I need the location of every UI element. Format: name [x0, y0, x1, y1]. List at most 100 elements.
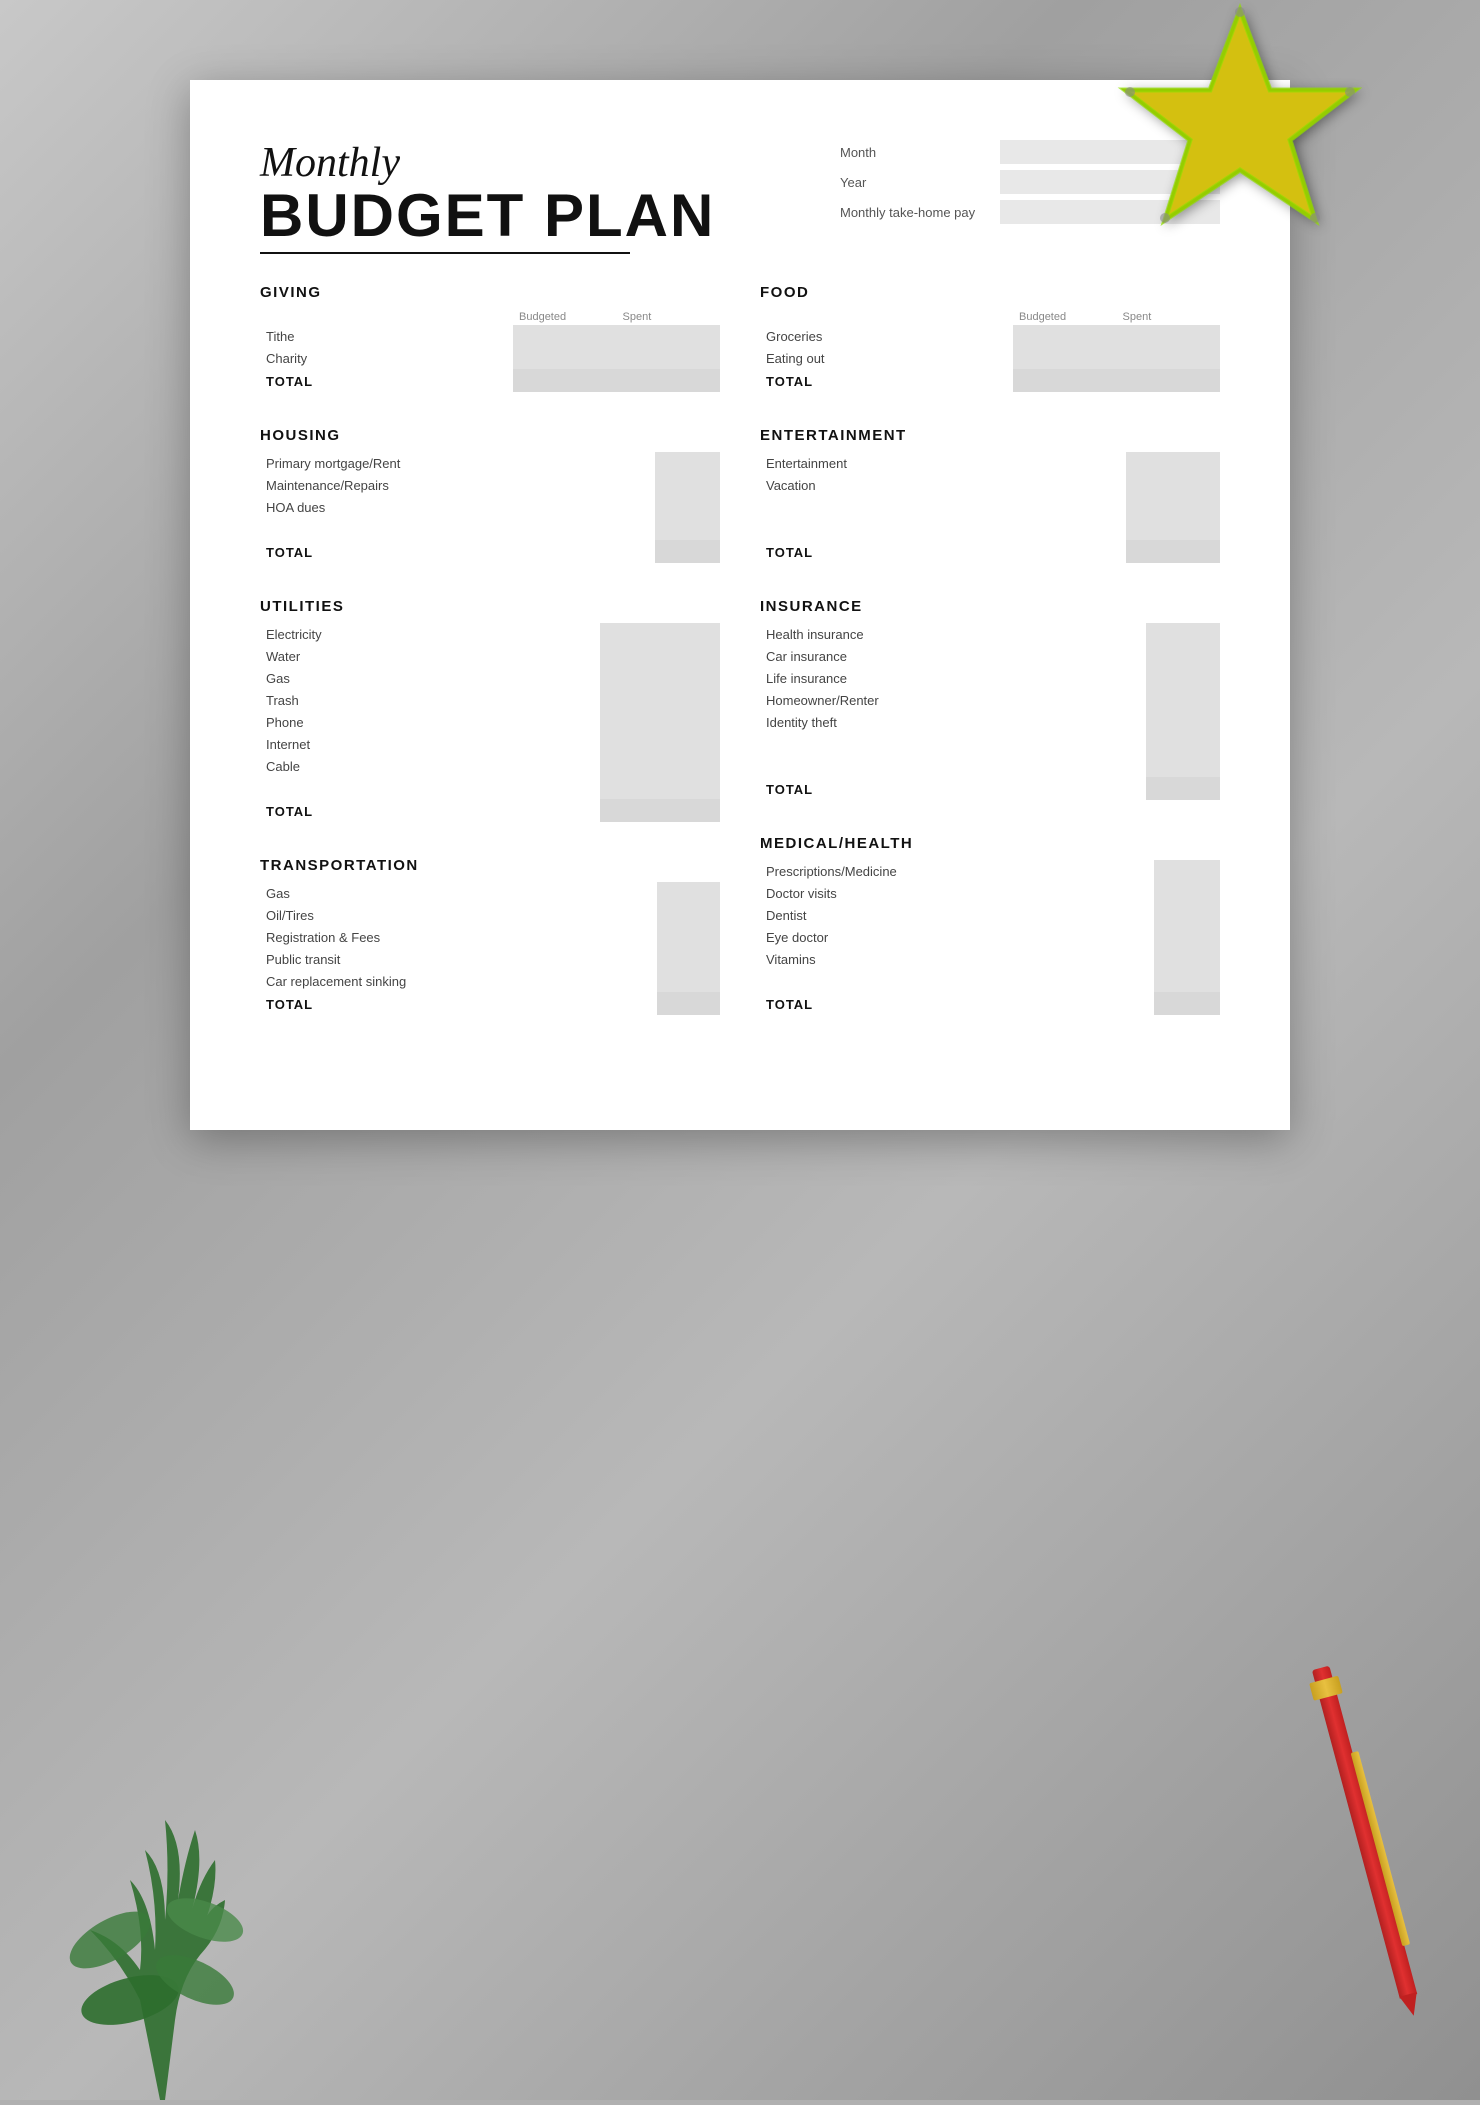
- transport-oil-spent[interactable]: [689, 904, 720, 926]
- medical-prescriptions-budget[interactable]: [1154, 860, 1187, 882]
- giving-total-budget[interactable]: [513, 369, 617, 392]
- medical-dentist-budget[interactable]: [1154, 904, 1187, 926]
- utilities-phone-spent[interactable]: [660, 711, 720, 733]
- giving-col-budget: Budgeted: [513, 309, 617, 325]
- housing-mortgage-spent[interactable]: [688, 452, 720, 474]
- food-total-budget[interactable]: [1013, 369, 1117, 392]
- utilities-cable-spent[interactable]: [660, 755, 720, 777]
- utilities-empty-budget[interactable]: [600, 777, 660, 799]
- transport-reg-budget[interactable]: [657, 926, 688, 948]
- insurance-health-spent[interactable]: [1183, 623, 1220, 645]
- utilities-water-budget[interactable]: [600, 645, 660, 667]
- housing-total-row: TOTAL: [260, 540, 720, 563]
- insurance-life-spent[interactable]: [1183, 667, 1220, 689]
- entertainment-vacation-spent[interactable]: [1173, 474, 1220, 496]
- housing-hoa-spent[interactable]: [688, 496, 720, 518]
- medical-prescriptions-spent[interactable]: [1187, 860, 1220, 882]
- housing-maintenance-budget[interactable]: [655, 474, 687, 496]
- utilities-total-budget[interactable]: [600, 799, 660, 822]
- table-row: Life insurance: [760, 667, 1220, 689]
- utilities-electricity-spent[interactable]: [660, 623, 720, 645]
- giving-col-item: [260, 309, 513, 325]
- transport-car-spent[interactable]: [689, 970, 720, 992]
- table-row: Trash: [260, 689, 720, 711]
- entertainment-item-budget[interactable]: [1126, 452, 1173, 474]
- housing-hoa-budget[interactable]: [655, 496, 687, 518]
- utilities-internet-budget[interactable]: [600, 733, 660, 755]
- food-eating-spent[interactable]: [1117, 347, 1221, 369]
- medical-doctor-budget[interactable]: [1154, 882, 1187, 904]
- food-groceries: Groceries: [760, 325, 1013, 347]
- transport-gas-spent[interactable]: [689, 882, 720, 904]
- entertainment-item-spent[interactable]: [1173, 452, 1220, 474]
- medical-doctor-spent[interactable]: [1187, 882, 1220, 904]
- food-groceries-spent[interactable]: [1117, 325, 1221, 347]
- giving-total-spent[interactable]: [617, 369, 721, 392]
- medical-total-spent[interactable]: [1187, 992, 1220, 1015]
- giving-charity-spent[interactable]: [617, 347, 721, 369]
- transport-gas-budget[interactable]: [657, 882, 688, 904]
- insurance-identity-budget[interactable]: [1146, 711, 1183, 733]
- food-eating-out: Eating out: [760, 347, 1013, 369]
- transport-public-spent[interactable]: [689, 948, 720, 970]
- utilities-electricity-budget[interactable]: [600, 623, 660, 645]
- insurance-total-budget[interactable]: [1146, 777, 1183, 800]
- medical-vitamins-spent[interactable]: [1187, 948, 1220, 970]
- insurance-health-budget[interactable]: [1146, 623, 1183, 645]
- utilities-trash-budget[interactable]: [600, 689, 660, 711]
- giving-tithe-budget[interactable]: [513, 325, 617, 347]
- insurance-homeowner-spent[interactable]: [1183, 689, 1220, 711]
- entertainment-empty-1: [760, 496, 1220, 518]
- title-underline: [260, 252, 630, 254]
- housing-empty-spent[interactable]: [688, 518, 720, 540]
- insurance-health: Health insurance: [760, 623, 1146, 645]
- insurance-life-budget[interactable]: [1146, 667, 1183, 689]
- giving-charity-budget[interactable]: [513, 347, 617, 369]
- housing-empty-budget[interactable]: [655, 518, 687, 540]
- medical-vitamins-budget[interactable]: [1154, 948, 1187, 970]
- utilities-cable-budget[interactable]: [600, 755, 660, 777]
- transportation-total-budget[interactable]: [657, 992, 688, 1015]
- medical-eye-spent[interactable]: [1187, 926, 1220, 948]
- year-label: Year: [840, 175, 1000, 190]
- food-eating-budget[interactable]: [1013, 347, 1117, 369]
- insurance-identity-spent[interactable]: [1183, 711, 1220, 733]
- utilities-water-spent[interactable]: [660, 645, 720, 667]
- entertainment-total-spent[interactable]: [1173, 540, 1220, 563]
- food-total-spent[interactable]: [1117, 369, 1221, 392]
- utilities-empty-spent[interactable]: [660, 777, 720, 799]
- transport-car-budget[interactable]: [657, 970, 688, 992]
- insurance-homeowner-budget[interactable]: [1146, 689, 1183, 711]
- medical-eye-budget[interactable]: [1154, 926, 1187, 948]
- housing-mortgage-budget[interactable]: [655, 452, 687, 474]
- utilities-gas-spent[interactable]: [660, 667, 720, 689]
- utilities-internet-spent[interactable]: [660, 733, 720, 755]
- giving-tithe-spent[interactable]: [617, 325, 721, 347]
- food-col-spent: Spent: [1117, 309, 1221, 325]
- housing-total-budget[interactable]: [655, 540, 687, 563]
- housing-total-spent[interactable]: [688, 540, 720, 563]
- insurance-car-budget[interactable]: [1146, 645, 1183, 667]
- housing-mortgage: Primary mortgage/Rent: [260, 452, 655, 474]
- utilities-phone-budget[interactable]: [600, 711, 660, 733]
- insurance-total-spent[interactable]: [1183, 777, 1220, 800]
- insurance-car-spent[interactable]: [1183, 645, 1220, 667]
- utilities-total-spent[interactable]: [660, 799, 720, 822]
- housing-empty-row: [260, 518, 720, 540]
- medical-total-budget[interactable]: [1154, 992, 1187, 1015]
- table-row: Entertainment: [760, 452, 1220, 474]
- entertainment-total-budget[interactable]: [1126, 540, 1173, 563]
- medical-dentist-spent[interactable]: [1187, 904, 1220, 926]
- food-groceries-budget[interactable]: [1013, 325, 1117, 347]
- section-transportation: TRANSPORTATION Gas Oil/Tires: [260, 857, 720, 1015]
- utilities-trash-spent[interactable]: [660, 689, 720, 711]
- transport-public-budget[interactable]: [657, 948, 688, 970]
- utilities-gas-budget[interactable]: [600, 667, 660, 689]
- transportation-total-spent[interactable]: [689, 992, 720, 1015]
- transport-oil-budget[interactable]: [657, 904, 688, 926]
- entertainment-title: ENTERTAINMENT: [760, 427, 1220, 444]
- housing-maintenance-spent[interactable]: [688, 474, 720, 496]
- transport-reg-spent[interactable]: [689, 926, 720, 948]
- entertainment-vacation-budget[interactable]: [1126, 474, 1173, 496]
- transportation-total-row: TOTAL: [260, 992, 720, 1015]
